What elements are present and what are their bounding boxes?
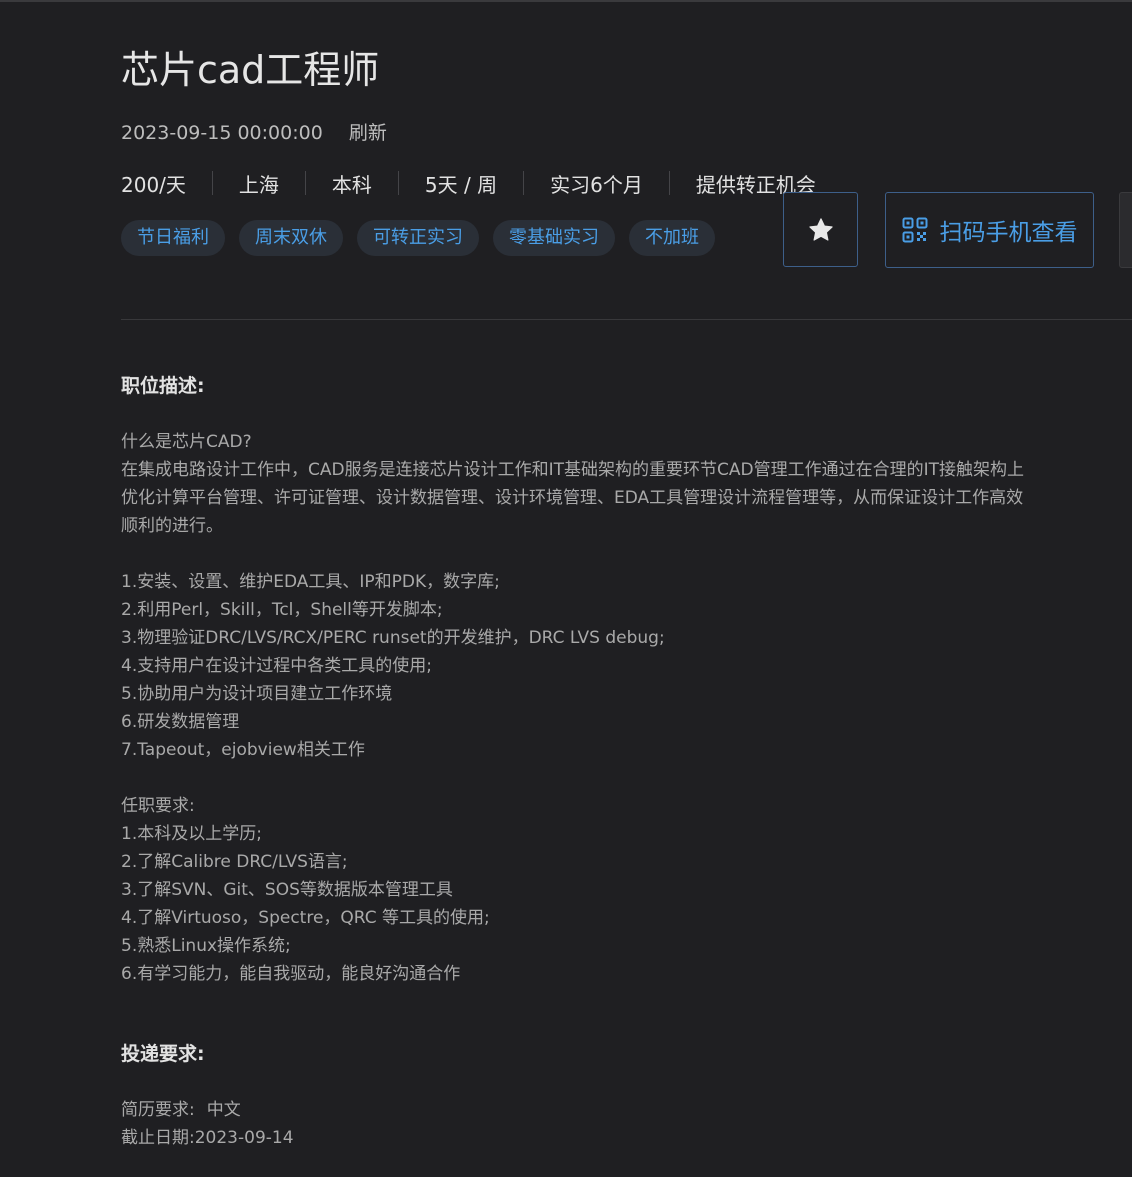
description-line: 在集成电路设计工作中，CAD服务是连接芯片设计工作和IT基础架构的重要环节CAD… (121, 460, 1024, 480)
description-line: 6.研发数据管理 (121, 712, 240, 732)
description-line: 顺利的进行。 (121, 516, 223, 536)
internship-duration: 实习6个月 (550, 172, 643, 197)
apply-button-partial[interactable] (1119, 192, 1132, 268)
description-line: 优化计算平台管理、许可证管理、设计数据管理、设计环境管理、EDA工具管理设计流程… (121, 488, 1024, 508)
description-line (121, 764, 1061, 792)
separator (304, 171, 306, 195)
resume-label: 简历要求: (121, 1100, 195, 1120)
delivery-heading: 投递要求: (121, 1043, 205, 1065)
separator (397, 171, 399, 195)
description-line (121, 540, 1061, 568)
description-line: 5.熟悉Linux操作系统; (121, 936, 291, 956)
job-description: 什么是芯片CAD? 在集成电路设计工作中，CAD服务是连接芯片设计工作和IT基础… (121, 428, 1061, 988)
deadline-label: 截止日期: (121, 1128, 195, 1148)
star-icon (808, 217, 833, 241)
tag: 不加班 (629, 220, 715, 256)
job-detail-page: 芯片cad工程师 2023-09-15 00:00:00 刷新 200/天 上海… (0, 0, 1132, 1177)
description-line: 3.了解SVN、Git、SOS等数据版本管理工具 (121, 880, 453, 900)
deadline: 截止日期:2023-09-14 (121, 1124, 294, 1152)
favorite-button[interactable] (783, 192, 858, 267)
separator (523, 171, 525, 195)
meta-row: 2023-09-15 00:00:00 刷新 (121, 118, 387, 148)
description-line: 1.本科及以上学历; (121, 824, 262, 844)
education: 本科 (331, 172, 372, 197)
tag: 可转正实习 (357, 220, 479, 256)
location: 上海 (238, 172, 279, 197)
description-line: 4.支持用户在设计过程中各类工具的使用; (121, 656, 432, 676)
workdays: 5天 / 周 (424, 172, 498, 197)
publish-date: 2023-09-15 00:00:00 (121, 122, 323, 144)
description-line: 4.了解Virtuoso，Spectre，QRC 等工具的使用; (121, 908, 490, 928)
tag: 节日福利 (121, 220, 225, 256)
salary: 200/天 (121, 172, 186, 197)
separator (211, 171, 213, 195)
divider (121, 319, 1132, 320)
description-line: 2.了解Calibre DRC/LVS语言; (121, 852, 348, 872)
separator (668, 171, 670, 195)
description-line: 1.安装、设置、维护EDA工具、IP和PDK，数字库; (121, 572, 500, 592)
scan-mobile-label: 扫码手机查看 (939, 220, 1078, 246)
description-line: 3.物理验证DRC/LVS/RCX/PERC runset的开发维护，DRC L… (121, 628, 665, 648)
resume-requirement: 简历要求: 中文 (121, 1096, 294, 1124)
qrcode-icon (902, 217, 927, 243)
description-line: 什么是芯片CAD? (121, 432, 252, 452)
scan-mobile-button[interactable]: 扫码手机查看 (885, 192, 1094, 268)
description-line: 5.协助用户为设计项目建立工作环境 (121, 684, 393, 704)
description-heading: 职位描述: (121, 375, 205, 397)
description-line: 任职要求: (121, 796, 195, 816)
refresh-label: 刷新 (348, 122, 387, 144)
description-line: 7.Tapeout，ejobview相关工作 (121, 740, 365, 760)
tag-list: 节日福利 周末双休 可转正实习 零基础实习 不加班 (121, 220, 715, 256)
tag: 零基础实习 (493, 220, 615, 256)
delivery-requirements: 简历要求: 中文 截止日期:2023-09-14 (121, 1096, 294, 1152)
job-info-row: 200/天 上海 本科 5天 / 周 实习6个月 提供转正机会 (121, 167, 816, 199)
resume-value: 中文 (206, 1100, 241, 1120)
tag: 周末双休 (239, 220, 343, 256)
description-line: 6.有学习能力，能自我驱动，能良好沟通合作 (121, 964, 461, 984)
job-title: 芯片cad工程师 (121, 48, 380, 92)
deadline-value: 2023-09-14 (194, 1128, 294, 1148)
description-line: 2.利用Perl，Skill，Tcl，Shell等开发脚本; (121, 600, 443, 620)
